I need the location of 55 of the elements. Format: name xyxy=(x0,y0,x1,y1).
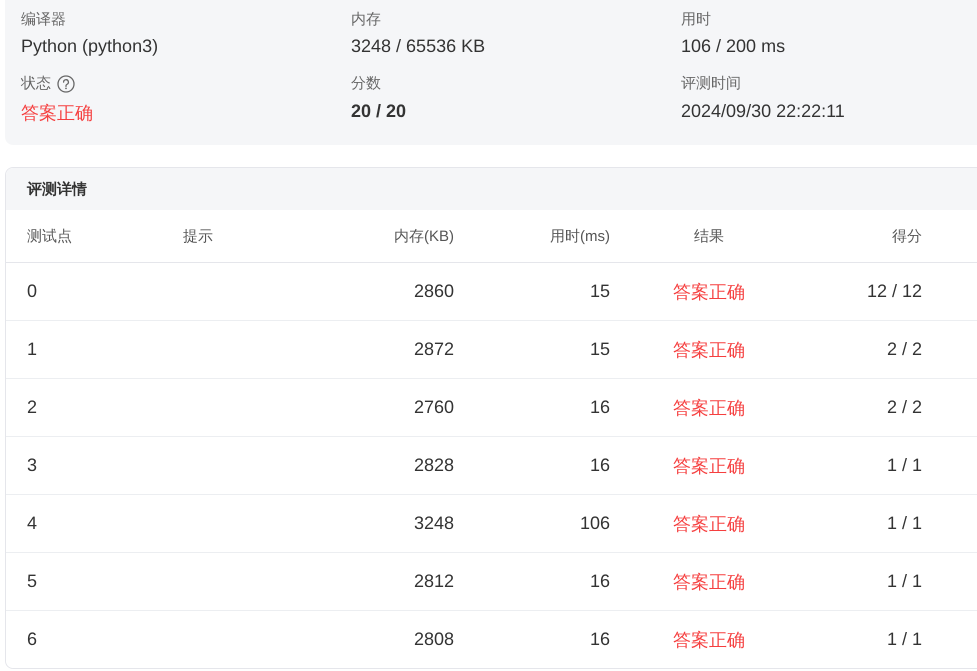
column-header: 测试点 xyxy=(27,228,72,244)
table-cell: 1 / 1 xyxy=(886,455,922,475)
field-label: 评测时间 xyxy=(681,74,741,93)
field-label: 分数 xyxy=(351,74,381,93)
table-cell: 2872 xyxy=(414,339,454,359)
field-label: 编译器 xyxy=(21,10,66,28)
table-cell: 2 / 2 xyxy=(886,397,922,417)
result-status: 答案正确 xyxy=(673,340,745,360)
result-status: 答案正确 xyxy=(673,282,745,302)
table-cell: 2828 xyxy=(414,455,454,475)
column-header: 用时(ms) xyxy=(550,228,610,244)
table-cell: 1 / 1 xyxy=(886,513,922,533)
card-title: 评测详情 xyxy=(27,180,87,198)
table-cell: 5 xyxy=(27,571,38,591)
table-cell: 2808 xyxy=(414,629,454,649)
result-status: 答案正确 xyxy=(673,572,745,592)
column-header: 得分 xyxy=(892,228,922,244)
column-header: 结果 xyxy=(694,228,724,244)
table-cell: 15 xyxy=(590,339,610,359)
table-cell: 12 / 12 xyxy=(866,281,922,301)
help-icon[interactable] xyxy=(57,74,75,92)
table-cell: 0 xyxy=(27,281,38,301)
result-status: 答案正确 xyxy=(673,398,745,418)
table-cell: 1 / 1 xyxy=(886,629,922,649)
field-label: 用时 xyxy=(681,10,711,28)
result-status: 答案正确 xyxy=(673,456,745,476)
table-cell: 2 xyxy=(27,397,38,417)
table-cell: 106 xyxy=(580,513,610,533)
column-header: 提示 xyxy=(183,228,213,244)
table-cell: 3248 xyxy=(414,513,454,533)
field-value: 答案正确 xyxy=(21,102,94,124)
result-status: 答案正确 xyxy=(673,630,745,650)
field-value: 2024/09/30 22:22:11 xyxy=(681,100,846,122)
field-value: 20 / 20 xyxy=(351,100,408,122)
table-cell: 3 xyxy=(27,455,38,475)
table-cell: 6 xyxy=(27,629,38,649)
table-cell: 2812 xyxy=(414,571,454,591)
field-value: Python (python3) xyxy=(21,36,160,57)
table-cell: 16 xyxy=(590,629,610,649)
field-value: 106 / 200 ms xyxy=(681,36,786,57)
table-cell: 2 / 2 xyxy=(886,339,922,359)
table-cell: 16 xyxy=(590,571,610,591)
column-header: 内存(KB) xyxy=(394,228,454,244)
table-cell: 16 xyxy=(590,397,610,417)
field-label: 状态 xyxy=(21,74,51,93)
table-cell: 2760 xyxy=(414,397,454,417)
field-label: 内存 xyxy=(351,10,381,28)
table-cell: 15 xyxy=(590,281,610,301)
result-status: 答案正确 xyxy=(673,514,745,534)
table-cell: 16 xyxy=(590,455,610,475)
table-cell: 4 xyxy=(27,513,38,533)
table-cell: 1 / 1 xyxy=(886,571,922,591)
table-cell: 1 xyxy=(27,339,38,359)
field-value: 3248 / 65536 KB xyxy=(351,36,486,57)
table-cell: 2860 xyxy=(414,281,454,301)
